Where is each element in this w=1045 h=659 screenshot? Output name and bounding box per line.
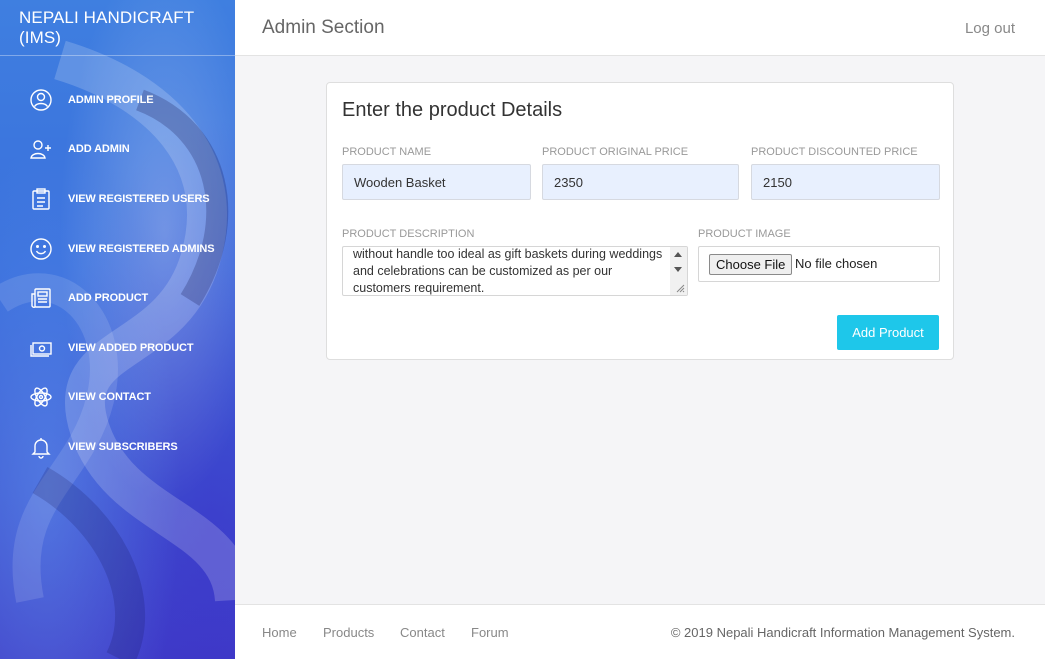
footer-link-forum[interactable]: Forum <box>471 625 509 640</box>
sidebar-item-label: ADMIN PROFILE <box>68 93 154 106</box>
product-image-input[interactable]: Choose File No file chosen <box>698 246 940 282</box>
sidebar-item-label: VIEW REGISTERED USERS <box>68 192 210 205</box>
description-label: PRODUCT DESCRIPTION <box>342 228 475 240</box>
sidebar-nav: ADMIN PROFILE ADD ADMIN VIEW REGISTERED … <box>0 75 235 472</box>
sidebar-item-view-subscribers[interactable]: VIEW SUBSCRIBERS <box>0 422 235 472</box>
copyright-text: © 2019 Nepali Handicraft Information Man… <box>670 625 1015 640</box>
sidebar-item-view-registered-users[interactable]: VIEW REGISTERED USERS <box>0 174 235 224</box>
footer: Home Products Contact Forum © 2019 Nepal… <box>235 604 1045 659</box>
atom-icon <box>28 384 54 410</box>
sidebar-item-label: VIEW SUBSCRIBERS <box>68 440 178 453</box>
sidebar-item-admin-profile[interactable]: ADMIN PROFILE <box>0 75 235 125</box>
scroll-up-arrow-icon[interactable] <box>674 252 682 257</box>
logout-link[interactable]: Log out <box>965 20 1015 37</box>
original-price-input[interactable] <box>542 164 739 200</box>
description-text: without handle too ideal as gift baskets… <box>353 247 663 295</box>
product-form-card: Enter the product Details PRODUCT NAME P… <box>326 82 954 360</box>
file-status-text: No file chosen <box>795 256 878 271</box>
add-product-button[interactable]: Add Product <box>837 315 939 350</box>
footer-link-contact[interactable]: Contact <box>400 625 445 640</box>
footer-link-products[interactable]: Products <box>323 625 374 640</box>
sidebar-item-view-contact[interactable]: VIEW CONTACT <box>0 373 235 423</box>
bell-icon <box>28 434 54 460</box>
brand-title[interactable]: NEPALI HANDICRAFT (IMS) <box>0 0 235 56</box>
clipboard-icon <box>28 186 54 212</box>
discounted-price-input[interactable] <box>751 164 940 200</box>
page-title: Admin Section <box>262 17 385 38</box>
sidebar-item-view-added-product[interactable]: VIEW ADDED PRODUCT <box>0 323 235 373</box>
product-image-label: PRODUCT IMAGE <box>698 228 791 240</box>
sidebar-item-label: VIEW ADDED PRODUCT <box>68 341 194 354</box>
smiley-icon <box>28 236 54 262</box>
sidebar-item-view-registered-admins[interactable]: VIEW REGISTERED ADMINS <box>0 224 235 274</box>
add-user-icon <box>28 136 54 162</box>
product-name-input[interactable] <box>342 164 531 200</box>
newspaper-icon <box>28 285 54 311</box>
sidebar-item-add-admin[interactable]: ADD ADMIN <box>0 125 235 175</box>
top-header: Admin Section Log out <box>235 0 1045 56</box>
sidebar-item-label: VIEW REGISTERED ADMINS <box>68 242 215 255</box>
footer-link-home[interactable]: Home <box>262 625 297 640</box>
money-icon <box>28 335 54 361</box>
product-name-label: PRODUCT NAME <box>342 146 432 158</box>
sidebar: NEPALI HANDICRAFT (IMS) ADMIN PROFILE AD… <box>0 0 235 659</box>
discounted-price-label: PRODUCT DISCOUNTED PRICE <box>751 146 918 158</box>
scroll-down-arrow-icon[interactable] <box>674 267 682 272</box>
sidebar-item-label: VIEW CONTACT <box>68 391 151 404</box>
choose-file-button[interactable]: Choose File <box>709 254 793 275</box>
description-textarea[interactable]: without handle too ideal as gift baskets… <box>342 246 688 296</box>
user-circle-icon <box>28 87 54 113</box>
sidebar-item-add-product[interactable]: ADD PRODUCT <box>0 273 235 323</box>
original-price-label: PRODUCT ORIGINAL PRICE <box>542 146 689 158</box>
resize-handle-icon[interactable] <box>675 283 685 293</box>
sidebar-item-label: ADD ADMIN <box>68 143 130 156</box>
sidebar-item-label: ADD PRODUCT <box>68 292 149 305</box>
form-title: Enter the product Details <box>342 99 563 121</box>
